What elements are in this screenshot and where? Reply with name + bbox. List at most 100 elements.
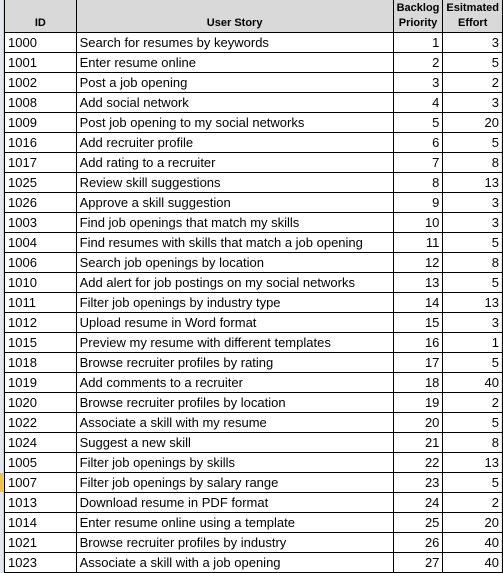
cell-priority[interactable]: 12 (392, 252, 444, 273)
cell-effort[interactable]: 8 (442, 252, 503, 273)
cell-user-story[interactable]: Filter job openings by skills (75, 452, 394, 473)
cell-id[interactable]: 1023 (4, 552, 77, 573)
cell-user-story[interactable]: Suggest a new skill (75, 432, 394, 453)
cell-priority[interactable]: 27 (392, 552, 444, 573)
cell-effort[interactable]: 40 (442, 372, 503, 393)
cell-id[interactable]: 1005 (4, 452, 77, 473)
cell-id[interactable]: 1002 (4, 72, 77, 93)
cell-user-story[interactable]: Browse recruiter profiles by industry (75, 532, 394, 553)
cell-priority[interactable]: 19 (392, 392, 444, 413)
cell-id[interactable]: 1009 (4, 112, 77, 133)
cell-user-story[interactable]: Post a job opening (75, 72, 394, 93)
cell-user-story[interactable]: Approve a skill suggestion (75, 192, 394, 213)
cell-id[interactable]: 1015 (4, 332, 77, 353)
cell-priority[interactable]: 8 (392, 172, 444, 193)
cell-user-story[interactable]: Search for resumes by keywords (75, 32, 394, 53)
cell-priority[interactable]: 13 (392, 272, 444, 293)
cell-effort[interactable]: 5 (442, 352, 503, 373)
cell-priority[interactable]: 21 (392, 432, 444, 453)
cell-id[interactable]: 1014 (4, 512, 77, 533)
cell-id[interactable]: 1018 (4, 352, 77, 373)
header-backlog-priority[interactable]: Backlog Priority (392, 0, 444, 33)
cell-effort[interactable]: 3 (442, 192, 503, 213)
cell-user-story[interactable]: Browse recruiter profiles by rating (75, 352, 394, 373)
cell-user-story[interactable]: Associate a skill with a job opening (75, 552, 394, 573)
cell-user-story[interactable]: Enter resume online (75, 52, 394, 73)
cell-effort[interactable]: 13 (442, 172, 503, 193)
cell-id[interactable]: 1025 (4, 172, 77, 193)
cell-effort[interactable]: 1 (442, 332, 503, 353)
cell-id[interactable]: 1022 (4, 412, 77, 433)
cell-priority[interactable]: 16 (392, 332, 444, 353)
cell-priority[interactable]: 5 (392, 112, 444, 133)
cell-user-story[interactable]: Add recruiter profile (75, 132, 394, 153)
cell-effort[interactable]: 5 (442, 472, 503, 493)
cell-user-story[interactable]: Add social network (75, 92, 394, 113)
cell-priority[interactable]: 18 (392, 372, 444, 393)
cell-user-story[interactable]: Filter job openings by industry type (75, 292, 394, 313)
cell-effort[interactable]: 8 (442, 432, 503, 453)
cell-user-story[interactable]: Add comments to a recruiter (75, 372, 394, 393)
cell-user-story[interactable]: Review skill suggestions (75, 172, 394, 193)
cell-id[interactable]: 1007 (4, 472, 77, 493)
header-user-story[interactable]: User Story (75, 0, 394, 33)
cell-id[interactable]: 1006 (4, 252, 77, 273)
cell-effort[interactable]: 20 (442, 512, 503, 533)
cell-user-story[interactable]: Browse recruiter profiles by location (75, 392, 394, 413)
cell-effort[interactable]: 3 (442, 212, 503, 233)
cell-priority[interactable]: 3 (392, 72, 444, 93)
cell-user-story[interactable]: Download resume in PDF format (75, 492, 394, 513)
cell-effort[interactable]: 2 (442, 392, 503, 413)
cell-effort[interactable]: 2 (442, 492, 503, 513)
cell-effort[interactable]: 3 (442, 92, 503, 113)
cell-id[interactable]: 1016 (4, 132, 77, 153)
cell-effort[interactable]: 5 (442, 52, 503, 73)
cell-user-story[interactable]: Search job openings by location (75, 252, 394, 273)
cell-effort[interactable]: 13 (442, 292, 503, 313)
cell-user-story[interactable]: Filter job openings by salary range (75, 472, 394, 493)
cell-effort[interactable]: 2 (442, 72, 503, 93)
cell-priority[interactable]: 14 (392, 292, 444, 313)
cell-effort[interactable]: 20 (442, 112, 503, 133)
cell-priority[interactable]: 4 (392, 92, 444, 113)
cell-id[interactable]: 1008 (4, 92, 77, 113)
cell-user-story[interactable]: Find job openings that match my skills (75, 212, 394, 233)
cell-id[interactable]: 1019 (4, 372, 77, 393)
cell-effort[interactable]: 5 (442, 272, 503, 293)
cell-id[interactable]: 1000 (4, 32, 77, 53)
cell-priority[interactable]: 15 (392, 312, 444, 333)
cell-effort[interactable]: 5 (442, 132, 503, 153)
cell-id[interactable]: 1003 (4, 212, 77, 233)
cell-priority[interactable]: 7 (392, 152, 444, 173)
cell-id[interactable]: 1024 (4, 432, 77, 453)
cell-user-story[interactable]: Associate a skill with my resume (75, 412, 394, 433)
cell-user-story[interactable]: Enter resume online using a template (75, 512, 394, 533)
cell-user-story[interactable]: Add rating to a recruiter (75, 152, 394, 173)
cell-priority[interactable]: 11 (392, 232, 444, 253)
header-id[interactable]: ID (4, 0, 77, 33)
cell-user-story[interactable]: Preview my resume with different templat… (75, 332, 394, 353)
cell-user-story[interactable]: Upload resume in Word format (75, 312, 394, 333)
cell-priority[interactable]: 23 (392, 472, 444, 493)
cell-id[interactable]: 1013 (4, 492, 77, 513)
cell-user-story[interactable]: Add alert for job postings on my social … (75, 272, 394, 293)
cell-priority[interactable]: 20 (392, 412, 444, 433)
cell-id[interactable]: 1001 (4, 52, 77, 73)
cell-id[interactable]: 1026 (4, 192, 77, 213)
cell-priority[interactable]: 2 (392, 52, 444, 73)
cell-priority[interactable]: 26 (392, 532, 444, 553)
header-estimated-effort[interactable]: Esitmated Effort (442, 0, 503, 33)
cell-priority[interactable]: 25 (392, 512, 444, 533)
cell-id[interactable]: 1004 (4, 232, 77, 253)
cell-effort[interactable]: 5 (442, 232, 503, 253)
cell-effort[interactable]: 40 (442, 552, 503, 573)
cell-priority[interactable]: 24 (392, 492, 444, 513)
cell-priority[interactable]: 9 (392, 192, 444, 213)
cell-effort[interactable]: 3 (442, 32, 503, 53)
cell-effort[interactable]: 40 (442, 532, 503, 553)
cell-id[interactable]: 1010 (4, 272, 77, 293)
cell-priority[interactable]: 17 (392, 352, 444, 373)
cell-priority[interactable]: 6 (392, 132, 444, 153)
cell-id[interactable]: 1017 (4, 152, 77, 173)
cell-effort[interactable]: 5 (442, 412, 503, 433)
